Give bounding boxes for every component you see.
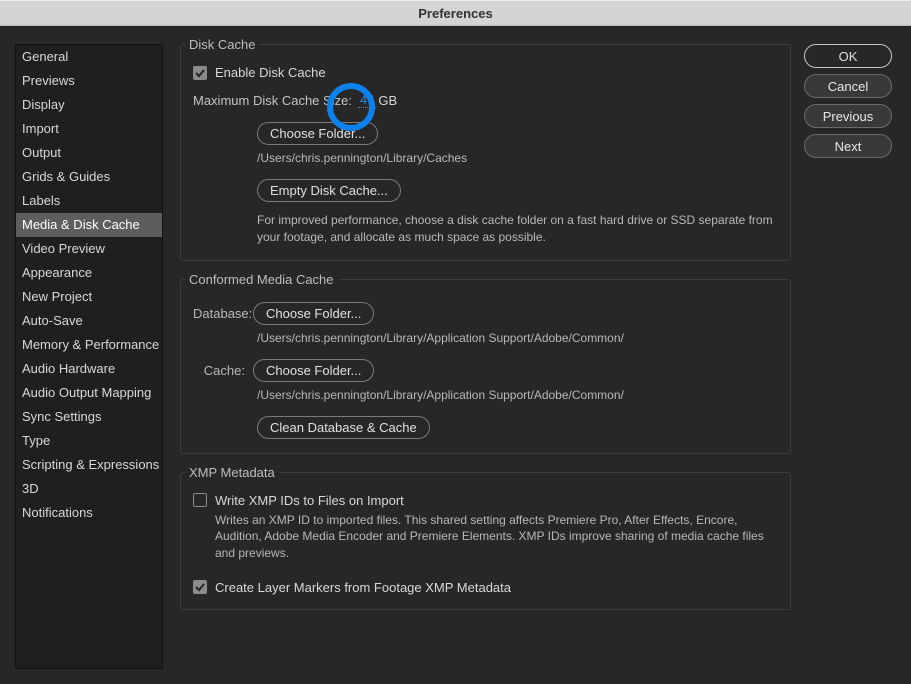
disk-cache-hint: For improved performance, choose a disk … (257, 212, 778, 246)
cache-path: /Users/chris.pennington/Library/Applicat… (257, 388, 778, 402)
sidebar-item-general[interactable]: General (16, 45, 162, 69)
sidebar-item-audio-output-mapping[interactable]: Audio Output Mapping (16, 381, 162, 405)
sidebar-item-output[interactable]: Output (16, 141, 162, 165)
sidebar-item-auto-save[interactable]: Auto-Save (16, 309, 162, 333)
sidebar-item-new-project[interactable]: New Project (16, 285, 162, 309)
sidebar-item-labels[interactable]: Labels (16, 189, 162, 213)
layer-markers-label: Create Layer Markers from Footage XMP Me… (215, 580, 511, 595)
sidebar-item-scripting-expressions[interactable]: Scripting & Expressions (16, 453, 162, 477)
max-cache-size-value[interactable]: 46 (358, 92, 376, 108)
disk-cache-folder-path: /Users/chris.pennington/Library/Caches (257, 151, 778, 165)
write-xmp-ids-label: Write XMP IDs to Files on Import (215, 493, 404, 508)
sidebar-item-3d[interactable]: 3D (16, 477, 162, 501)
sidebar-item-notifications[interactable]: Notifications (16, 501, 162, 525)
disk-cache-choose-folder-button[interactable]: Choose Folder... (257, 122, 378, 145)
cache-choose-folder-button[interactable]: Choose Folder... (253, 359, 374, 382)
cancel-button[interactable]: Cancel (804, 74, 892, 98)
sidebar-item-type[interactable]: Type (16, 429, 162, 453)
preferences-body: GeneralPreviewsDisplayImportOutputGrids … (0, 26, 911, 684)
cache-label: Cache: (193, 363, 253, 378)
previous-button[interactable]: Previous (804, 104, 892, 128)
category-sidebar: GeneralPreviewsDisplayImportOutputGrids … (15, 44, 163, 669)
sidebar-item-sync-settings[interactable]: Sync Settings (16, 405, 162, 429)
sidebar-item-previews[interactable]: Previews (16, 69, 162, 93)
conformed-media-title: Conformed Media Cache (185, 272, 338, 287)
dialog-buttons-column: OK Cancel Previous Next (804, 44, 896, 164)
write-xmp-ids-checkbox[interactable] (193, 493, 207, 507)
clean-database-cache-button[interactable]: Clean Database & Cache (257, 416, 430, 439)
xmp-metadata-title: XMP Metadata (185, 465, 279, 480)
title-bar: Preferences (0, 0, 911, 26)
main-panel: Disk Cache Enable Disk Cache Maximum Dis… (180, 44, 791, 669)
ok-button[interactable]: OK (804, 44, 892, 68)
sidebar-item-audio-hardware[interactable]: Audio Hardware (16, 357, 162, 381)
sidebar-item-memory-performance[interactable]: Memory & Performance (16, 333, 162, 357)
database-label: Database: (193, 306, 253, 321)
sidebar-item-import[interactable]: Import (16, 117, 162, 141)
sidebar-item-video-preview[interactable]: Video Preview (16, 237, 162, 261)
write-xmp-ids-description: Writes an XMP ID to imported files. This… (215, 512, 778, 562)
max-cache-size-unit: GB (378, 93, 397, 108)
database-choose-folder-button[interactable]: Choose Folder... (253, 302, 374, 325)
window-title: Preferences (418, 6, 492, 21)
sidebar-item-grids-guides[interactable]: Grids & Guides (16, 165, 162, 189)
sidebar-item-display[interactable]: Display (16, 93, 162, 117)
max-cache-size-label: Maximum Disk Cache Size: (193, 93, 352, 108)
xmp-metadata-section: XMP Metadata Write XMP IDs to Files on I… (180, 472, 791, 610)
enable-disk-cache-checkbox[interactable] (193, 66, 207, 80)
disk-cache-title: Disk Cache (185, 37, 259, 52)
next-button[interactable]: Next (804, 134, 892, 158)
enable-disk-cache-label: Enable Disk Cache (215, 65, 326, 80)
empty-disk-cache-button[interactable]: Empty Disk Cache... (257, 179, 401, 202)
sidebar-item-appearance[interactable]: Appearance (16, 261, 162, 285)
disk-cache-section: Disk Cache Enable Disk Cache Maximum Dis… (180, 44, 791, 261)
sidebar-item-media-disk-cache[interactable]: Media & Disk Cache (16, 213, 162, 237)
database-path: /Users/chris.pennington/Library/Applicat… (257, 331, 778, 345)
layer-markers-checkbox[interactable] (193, 580, 207, 594)
conformed-media-section: Conformed Media Cache Database: Choose F… (180, 279, 791, 454)
